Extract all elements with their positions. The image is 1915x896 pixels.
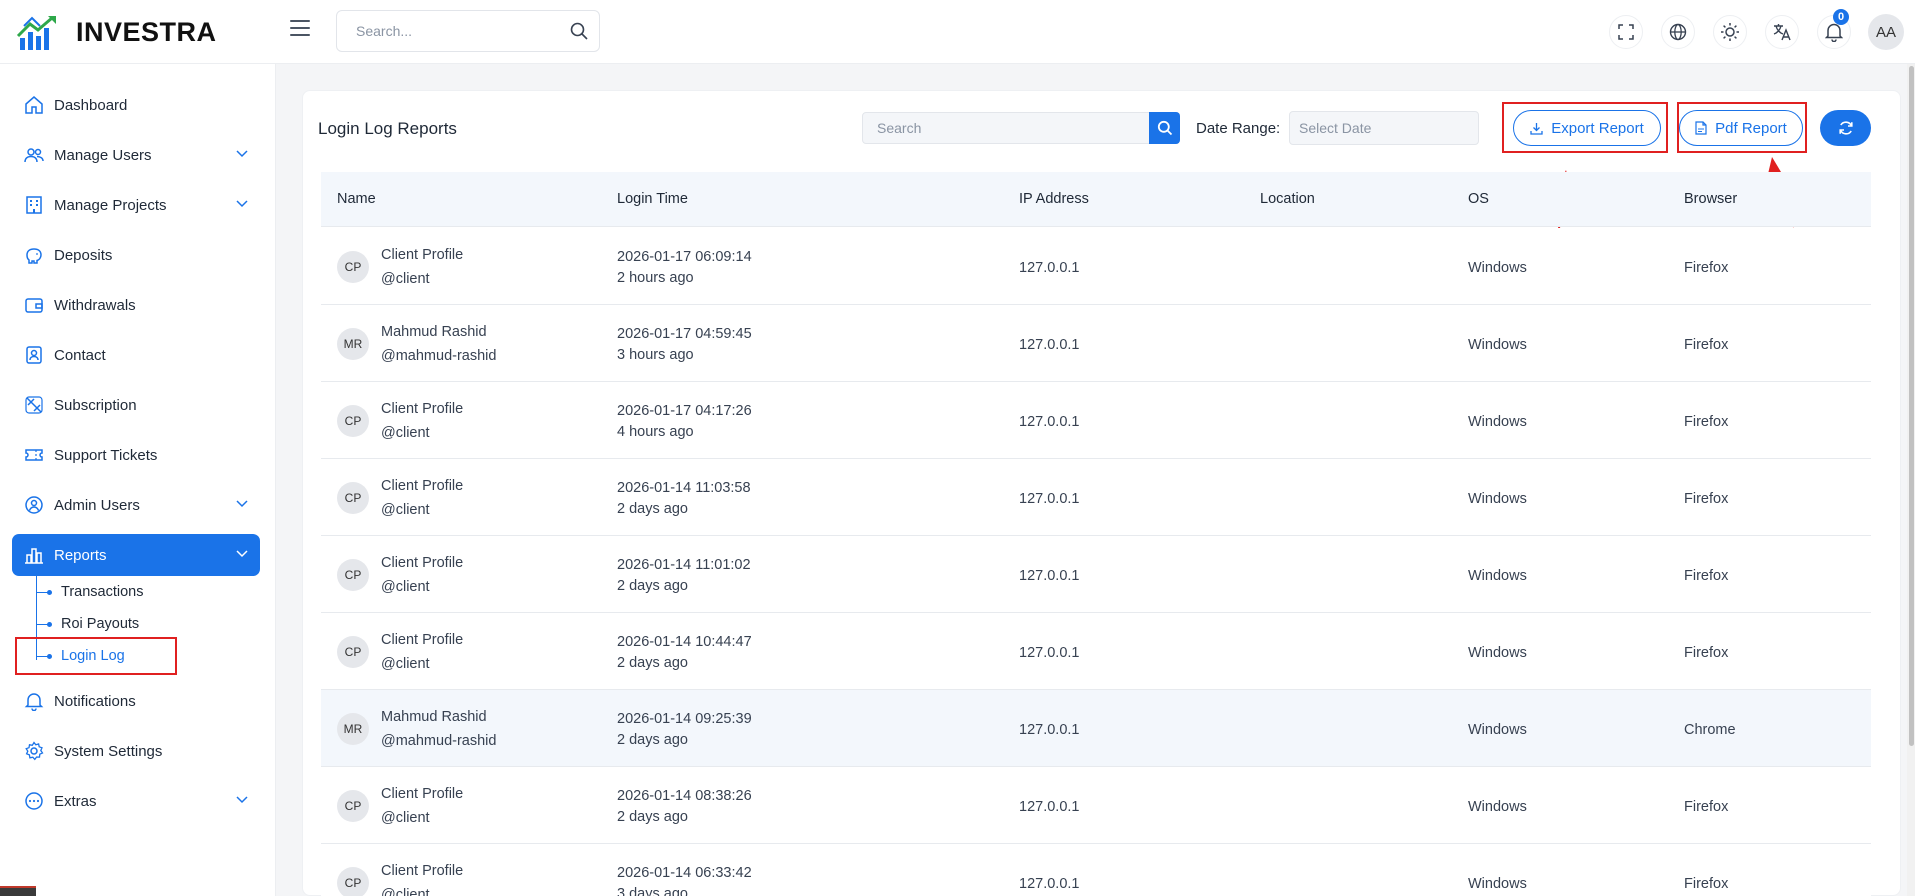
user-name: Mahmud Rashid (381, 324, 487, 340)
browser: Firefox (1684, 799, 1729, 815)
column-header-os[interactable]: OS (1468, 191, 1489, 207)
user-handle: @client (381, 887, 430, 896)
login-relative-time: 3 days ago (617, 886, 688, 896)
table-row[interactable]: CP Client Profile @client 2026-01-17 04:… (321, 382, 1871, 459)
login-time: 2026-01-17 04:59:45 (617, 326, 752, 342)
login-relative-time: 2 days ago (617, 655, 688, 671)
login-time: 2026-01-14 11:03:58 (617, 480, 751, 496)
login-relative-time: 4 hours ago (617, 424, 694, 440)
column-header-login-time[interactable]: Login Time (617, 191, 688, 207)
login-relative-time: 2 days ago (617, 809, 688, 825)
user-handle: @mahmud-rashid (381, 348, 497, 364)
avatar: CP (337, 251, 369, 283)
column-header-location[interactable]: Location (1260, 191, 1315, 207)
login-time: 2026-01-14 06:33:42 (617, 865, 752, 881)
ip-address: 127.0.0.1 (1019, 337, 1080, 353)
column-header-name[interactable]: Name (337, 191, 376, 207)
os: Windows (1468, 568, 1527, 584)
login-relative-time: 2 days ago (617, 732, 688, 748)
avatar: CP (337, 790, 369, 822)
table-row[interactable]: CP Client Profile @client 2026-01-14 10:… (321, 613, 1871, 690)
user-name: Client Profile (381, 863, 464, 879)
login-time: 2026-01-14 10:44:47 (617, 634, 752, 650)
ip-address: 127.0.0.1 (1019, 645, 1080, 661)
avatar: CP (337, 482, 369, 514)
column-header-ip-address[interactable]: IP Address (1019, 191, 1089, 207)
avatar: CP (337, 636, 369, 668)
user-name: Client Profile (381, 632, 464, 648)
os: Windows (1468, 722, 1527, 738)
table-header: Name Login Time IP Address Location OS B… (321, 172, 1871, 227)
login-time: 2026-01-17 06:09:14 (617, 249, 752, 265)
user-handle: @client (381, 656, 430, 672)
table-row[interactable]: CP Client Profile @client 2026-01-14 06:… (321, 844, 1871, 896)
ip-address: 127.0.0.1 (1019, 722, 1080, 738)
user-name: Client Profile (381, 247, 464, 263)
ip-address: 127.0.0.1 (1019, 414, 1080, 430)
os: Windows (1468, 799, 1527, 815)
avatar: CP (337, 867, 369, 896)
scrollbar-thumb[interactable] (1909, 66, 1914, 746)
browser: Chrome (1684, 722, 1736, 738)
login-time: 2026-01-14 09:25:39 (617, 711, 752, 727)
ip-address: 127.0.0.1 (1019, 260, 1080, 276)
user-handle: @client (381, 810, 430, 826)
login-time: 2026-01-17 04:17:26 (617, 403, 752, 419)
user-name: Client Profile (381, 401, 464, 417)
os: Windows (1468, 260, 1527, 276)
os: Windows (1468, 337, 1527, 353)
user-handle: @client (381, 271, 430, 287)
os: Windows (1468, 876, 1527, 892)
table-row[interactable]: CP Client Profile @client 2026-01-14 11:… (321, 536, 1871, 613)
login-time: 2026-01-14 08:38:26 (617, 788, 752, 804)
avatar: CP (337, 559, 369, 591)
table-row[interactable]: MR Mahmud Rashid @mahmud-rashid 2026-01-… (321, 305, 1871, 382)
avatar: MR (337, 328, 369, 360)
user-name: Client Profile (381, 786, 464, 802)
column-header-browser[interactable]: Browser (1684, 191, 1737, 207)
table-row[interactable]: CP Client Profile @client 2026-01-14 08:… (321, 767, 1871, 844)
os: Windows (1468, 491, 1527, 507)
user-name: Client Profile (381, 555, 464, 571)
ip-address: 127.0.0.1 (1019, 799, 1080, 815)
browser: Firefox (1684, 876, 1729, 892)
browser: Firefox (1684, 491, 1729, 507)
login-time: 2026-01-14 11:01:02 (617, 557, 751, 573)
browser: Firefox (1684, 414, 1729, 430)
login-relative-time: 3 hours ago (617, 347, 694, 363)
user-name: Mahmud Rashid (381, 709, 487, 725)
avatar: MR (337, 713, 369, 745)
ip-address: 127.0.0.1 (1019, 568, 1080, 584)
avatar: CP (337, 405, 369, 437)
table-row[interactable]: CP Client Profile @client 2026-01-17 06:… (321, 228, 1871, 305)
user-handle: @mahmud-rashid (381, 733, 497, 749)
login-relative-time: 2 days ago (617, 578, 688, 594)
browser: Firefox (1684, 260, 1729, 276)
login-relative-time: 2 hours ago (617, 270, 694, 286)
table-row[interactable]: CP Client Profile @client 2026-01-14 11:… (321, 459, 1871, 536)
browser: Firefox (1684, 337, 1729, 353)
user-name: Client Profile (381, 478, 464, 494)
ip-address: 127.0.0.1 (1019, 876, 1080, 892)
ip-address: 127.0.0.1 (1019, 491, 1080, 507)
os: Windows (1468, 414, 1527, 430)
login-relative-time: 2 days ago (617, 501, 688, 517)
user-handle: @client (381, 425, 430, 441)
browser: Firefox (1684, 645, 1729, 661)
browser: Firefox (1684, 568, 1729, 584)
table-row[interactable]: MR Mahmud Rashid @mahmud-rashid 2026-01-… (321, 690, 1871, 767)
user-handle: @client (381, 579, 430, 595)
user-handle: @client (381, 502, 430, 518)
os: Windows (1468, 645, 1527, 661)
